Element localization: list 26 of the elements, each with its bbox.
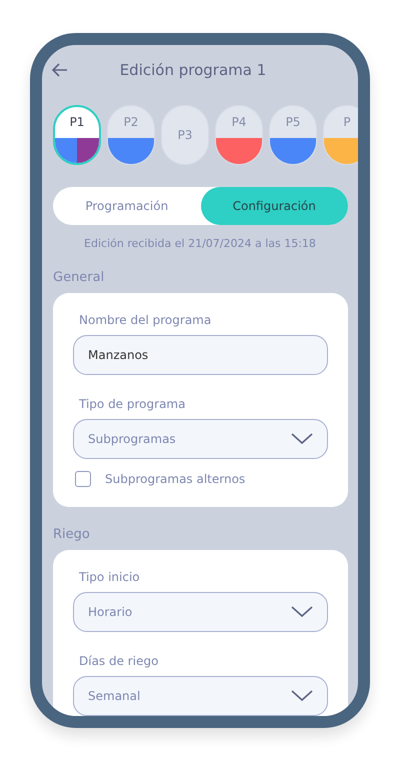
dropdown[interactable]: Horario: [73, 592, 328, 632]
tab[interactable]: Configuración: [200, 187, 348, 225]
checkbox[interactable]: [75, 471, 91, 487]
dropdown[interactable]: Semanal: [73, 676, 328, 716]
checkbox-label: Subprogramas alternos: [105, 472, 246, 486]
edit-timestamp: Edición recibida el 21/07/2024 a las 15:18: [83, 237, 317, 250]
program-chip[interactable]: P: [323, 105, 358, 165]
chevron-down-icon: [291, 690, 313, 702]
field-label: Tipo de programa: [79, 397, 186, 411]
input-field[interactable]: Manzanos: [73, 335, 328, 375]
chevron-down-icon: [291, 433, 313, 445]
program-chip[interactable]: P4: [215, 105, 263, 165]
section-title: Riego: [53, 527, 91, 542]
section-title: General: [53, 270, 106, 285]
tab[interactable]: Programación: [53, 187, 200, 225]
field-label: Nombre del programa: [79, 313, 212, 327]
chevron-down-icon: [291, 606, 313, 618]
back-arrow-icon[interactable]: [52, 63, 68, 77]
program-chip[interactable]: P1: [53, 105, 101, 165]
dropdown[interactable]: Subprogramas: [73, 419, 328, 459]
field-label: Tipo inicio: [79, 570, 141, 584]
program-chip[interactable]: P2: [107, 105, 155, 165]
page-title: Edición programa 1: [118, 61, 268, 79]
program-chip[interactable]: P5: [269, 105, 317, 165]
field-label: Días de riego: [79, 654, 160, 668]
program-chip[interactable]: P3: [161, 105, 209, 165]
